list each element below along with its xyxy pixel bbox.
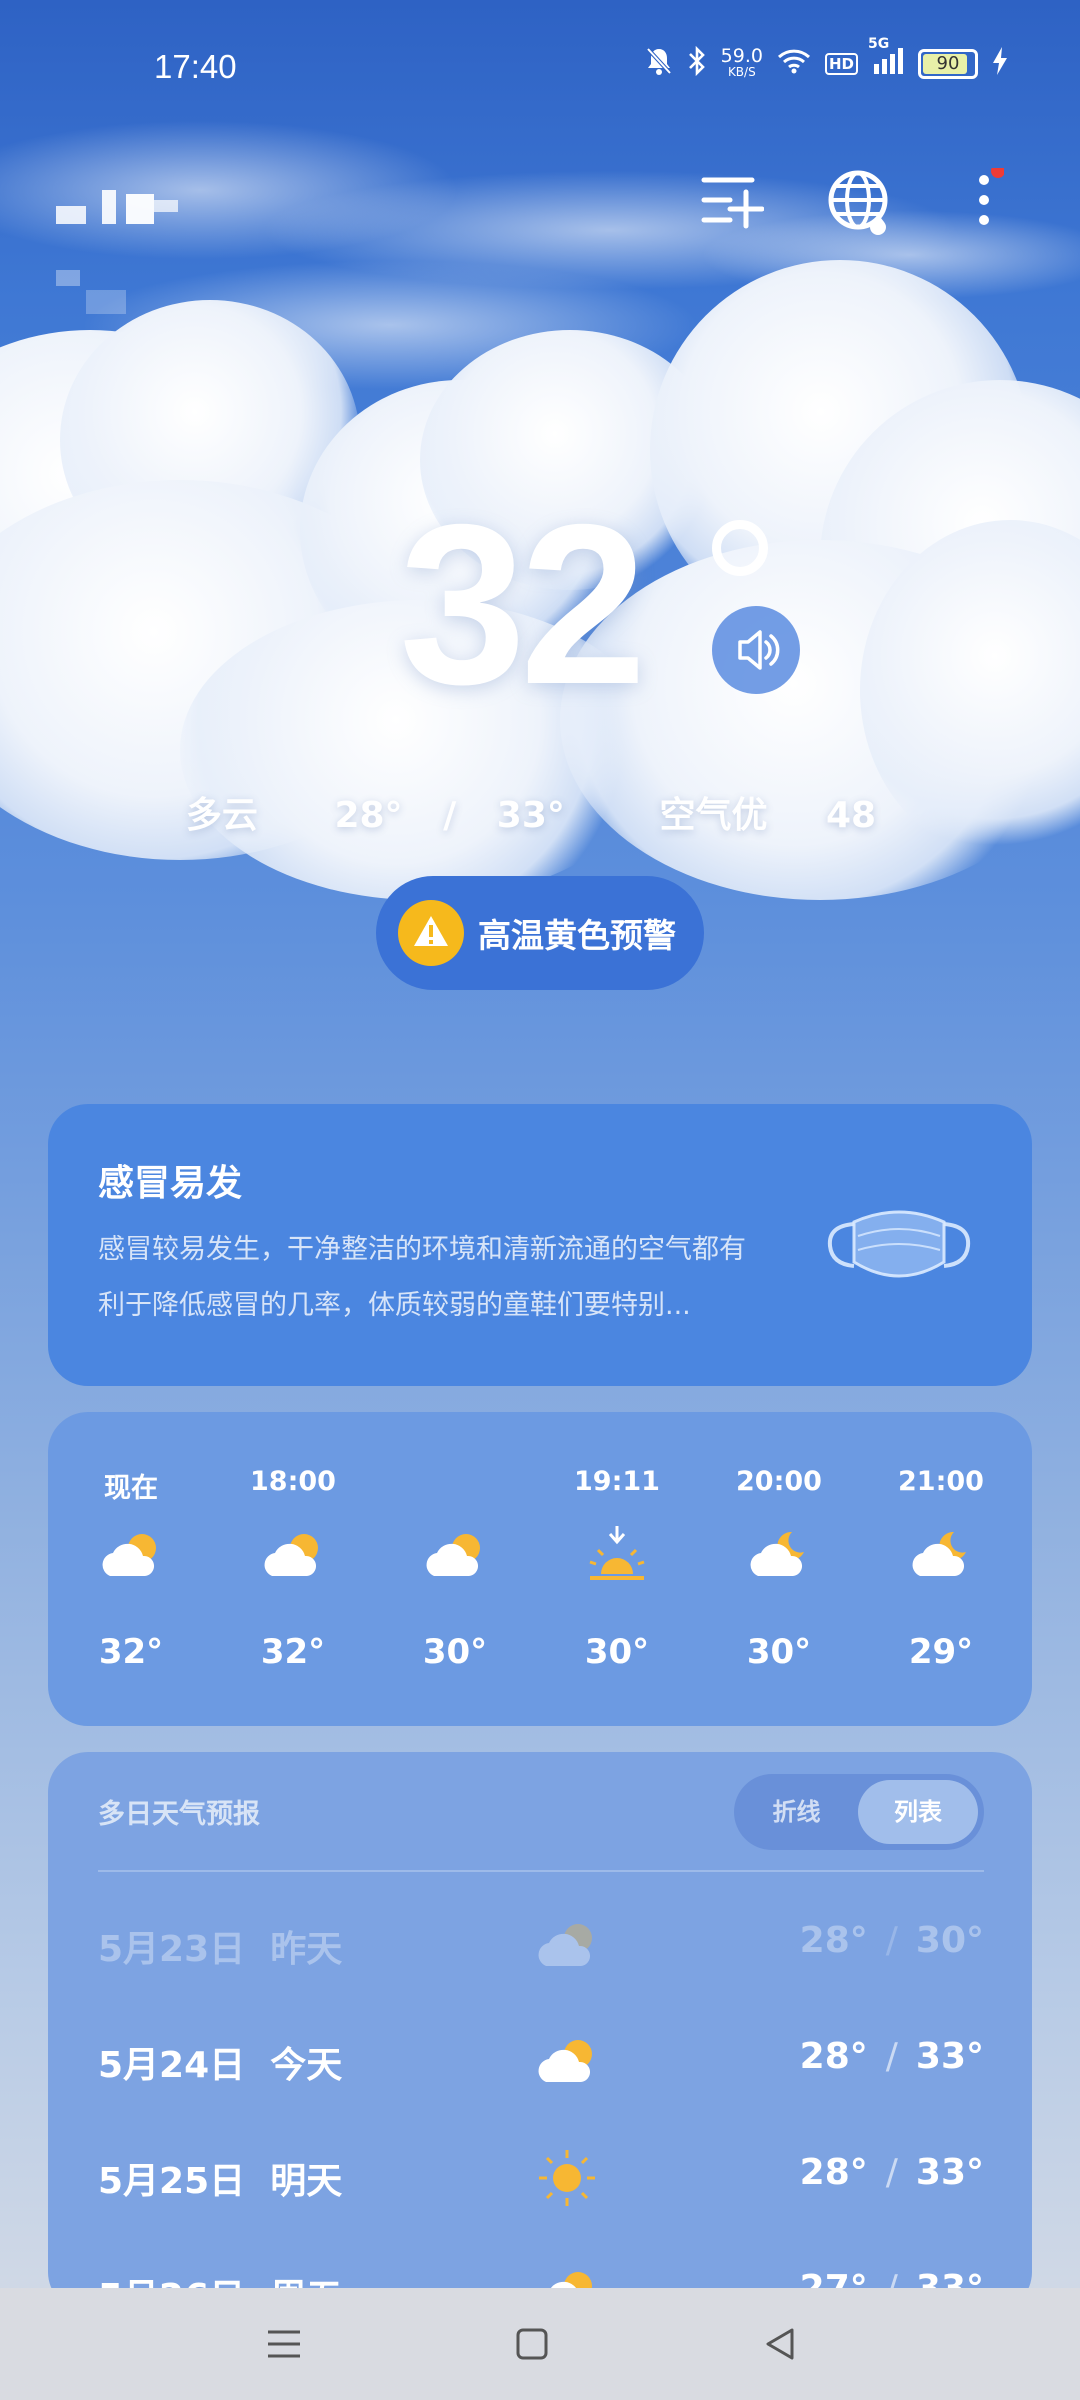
life-tip-card[interactable]: 感冒易发 感冒较易发生，干净整洁的环境和清新流通的空气都有利于降低感冒的几率，体… bbox=[48, 1104, 1032, 1386]
hd-badge: HD bbox=[824, 53, 858, 75]
tip-title: 感冒易发 bbox=[98, 1163, 243, 1204]
partly-cloudy-night-icon bbox=[912, 1531, 966, 1576]
degree-symbol bbox=[712, 520, 768, 576]
globe-icon bbox=[828, 170, 888, 235]
wifi-icon bbox=[777, 48, 811, 80]
air-quality: 空气优 48 bbox=[659, 795, 877, 836]
divider bbox=[98, 1870, 984, 1872]
sunset-icon bbox=[589, 1526, 645, 1580]
voice-broadcast-button[interactable] bbox=[712, 606, 800, 694]
daily-forecast-card: 多日天气预报 折线 列表 5月23日 昨天 28°/30° 5月24日 今天 2… bbox=[48, 1752, 1032, 2312]
partly-cloudy-day-icon bbox=[102, 1534, 156, 1576]
add-city-button[interactable] bbox=[700, 170, 765, 234]
current-temperature: 32 bbox=[0, 490, 1080, 720]
system-navigation-bar bbox=[0, 2288, 1080, 2400]
face-mask-icon bbox=[824, 1192, 974, 1302]
battery-icon: 90 bbox=[918, 49, 978, 79]
view-toggle[interactable]: 折线 列表 bbox=[734, 1774, 984, 1850]
forecast-row[interactable]: 5月25日 明天 28°/33° bbox=[48, 2122, 1032, 2232]
more-menu-button[interactable] bbox=[964, 164, 1005, 238]
partly-cloudy-day-icon bbox=[538, 1924, 592, 1966]
tip-text: 感冒较易发生，干净整洁的环境和清新流通的空气都有利于降低感冒的几率，体质较弱的童… bbox=[98, 1234, 746, 1321]
toggle-list[interactable]: 列表 bbox=[858, 1780, 978, 1844]
weather-alert-button[interactable]: 高温黄色预警 bbox=[376, 876, 704, 990]
partly-cloudy-day-icon bbox=[264, 1534, 318, 1576]
warning-icon bbox=[398, 900, 464, 966]
bluetooth-icon bbox=[687, 45, 707, 82]
location-name[interactable] bbox=[56, 190, 196, 314]
speaker-icon bbox=[738, 630, 780, 670]
add-list-icon bbox=[701, 177, 765, 229]
menu-icon bbox=[268, 2330, 300, 2358]
hourly-forecast-card[interactable]: 现在 32° 18:00 32° 30° 19:11 30° 20:00 30°… bbox=[48, 1412, 1032, 1726]
condition-text: 多云 bbox=[185, 795, 258, 836]
charging-icon bbox=[992, 47, 1008, 81]
global-weather-button[interactable] bbox=[826, 168, 896, 238]
weather-summary[interactable]: 多云 28° / 33° 空气优 48 bbox=[0, 786, 1080, 838]
back-triangle-icon bbox=[766, 2328, 794, 2360]
alert-label: 高温黄色预警 bbox=[478, 916, 676, 955]
forecast-row[interactable]: 5月23日 昨天 28°/30° bbox=[48, 1890, 1032, 2000]
toggle-line-chart[interactable]: 折线 bbox=[734, 1774, 859, 1850]
mute-icon bbox=[645, 46, 673, 82]
menu-nav-button[interactable] bbox=[252, 2312, 316, 2376]
forecast-row[interactable]: 5月24日 今天 28°/33° bbox=[48, 2006, 1032, 2116]
more-vertical-icon bbox=[979, 164, 1005, 225]
sunny-icon bbox=[539, 2150, 595, 2206]
status-icons: 59.0 KB/S HD 5G 90 bbox=[645, 36, 1008, 82]
home-nav-button[interactable] bbox=[500, 2312, 564, 2376]
forecast-title: 多日天气预报 bbox=[98, 1799, 260, 1830]
status-bar: 17:40 59.0 KB/S HD 5G 90 bbox=[0, 0, 1080, 140]
partly-cloudy-day-icon bbox=[426, 1534, 480, 1576]
temp-range: 28° / 33° bbox=[334, 795, 565, 836]
partly-cloudy-night-icon bbox=[750, 1531, 804, 1576]
signal-icon: 5G bbox=[868, 36, 904, 80]
net-speed: 59.0 KB/S bbox=[720, 45, 763, 80]
home-square-icon bbox=[516, 2328, 548, 2360]
back-nav-button[interactable] bbox=[748, 2312, 812, 2376]
partly-cloudy-day-icon bbox=[538, 2040, 592, 2082]
status-time: 17:40 bbox=[154, 48, 237, 85]
